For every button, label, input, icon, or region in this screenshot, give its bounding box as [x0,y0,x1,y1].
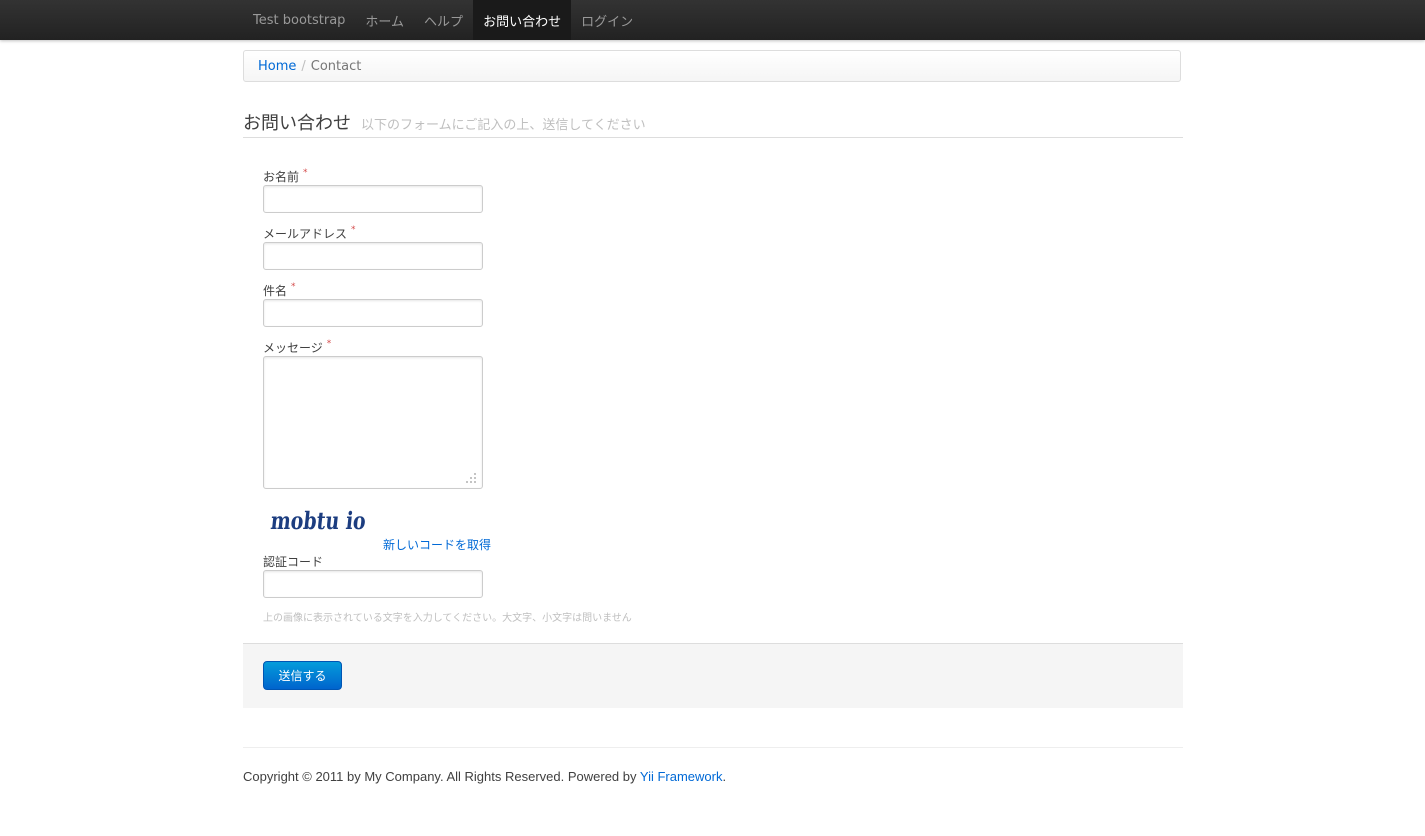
form-actions: 送信する [243,643,1183,708]
nav-container: Test bootstrap ホーム ヘルプ お問い合わせ ログイン [243,0,643,40]
required-marker: * [326,339,332,349]
name-label: お名前 * [263,168,308,185]
email-label-text: メールアドレス [263,227,348,241]
footer: Copyright © 2011 by My Company. All Righ… [243,769,726,784]
captcha-help-text: 上の画像に表示されている文字を入力してください。大文字、小文字は問いません [263,613,632,624]
captcha-image-text: mobtu io [270,506,367,535]
footer-suffix: . [722,769,727,784]
nav-item-help[interactable]: ヘルプ [414,0,473,40]
nav-item-login[interactable]: ログイン [571,0,643,40]
subject-label-text: 件名 [263,284,288,298]
captcha-refresh-link[interactable]: 新しいコードを取得 [383,536,491,553]
captcha-image: mobtu io [270,506,367,535]
breadcrumb-current: Contact [310,58,362,74]
page-header: お問い合わせ 以下のフォームにご記入の上、送信してください [243,106,1183,138]
required-marker: * [291,282,296,292]
subject-label: 件名 * [263,282,296,299]
name-input[interactable] [263,185,483,213]
footer-divider [243,747,1183,748]
page-title: お問い合わせ [243,113,351,134]
footer-copyright: Copyright © 2011 by My Company. All Righ… [243,769,640,784]
captcha-input[interactable] [263,570,483,598]
top-navbar: Test bootstrap ホーム ヘルプ お問い合わせ ログイン [0,0,1425,40]
nav-item-contact[interactable]: お問い合わせ [473,0,572,40]
breadcrumb-separator: / [301,58,306,74]
captcha-label: 認証コード [263,555,324,569]
nav-item-home[interactable]: ホーム [355,0,414,40]
email-input[interactable] [263,242,483,270]
page-subtitle: 以下のフォームにご記入の上、送信してください [361,118,646,133]
resize-grip-icon[interactable] [465,472,477,484]
name-label-text: お名前 [263,170,300,184]
submit-button[interactable]: 送信する [263,661,342,690]
subject-input[interactable] [263,299,483,327]
message-label: メッセージ * [263,339,331,356]
footer-yii-link[interactable]: Yii Framework [640,769,723,784]
brand-link[interactable]: Test bootstrap [243,0,355,40]
breadcrumb-home-link[interactable]: Home [258,59,296,74]
breadcrumb: Home / Contact [243,50,1181,82]
required-marker: * [303,168,308,178]
message-textarea[interactable] [263,356,483,489]
required-marker: * [351,225,356,235]
message-label-text: メッセージ [263,341,323,355]
email-label: メールアドレス * [263,225,356,242]
